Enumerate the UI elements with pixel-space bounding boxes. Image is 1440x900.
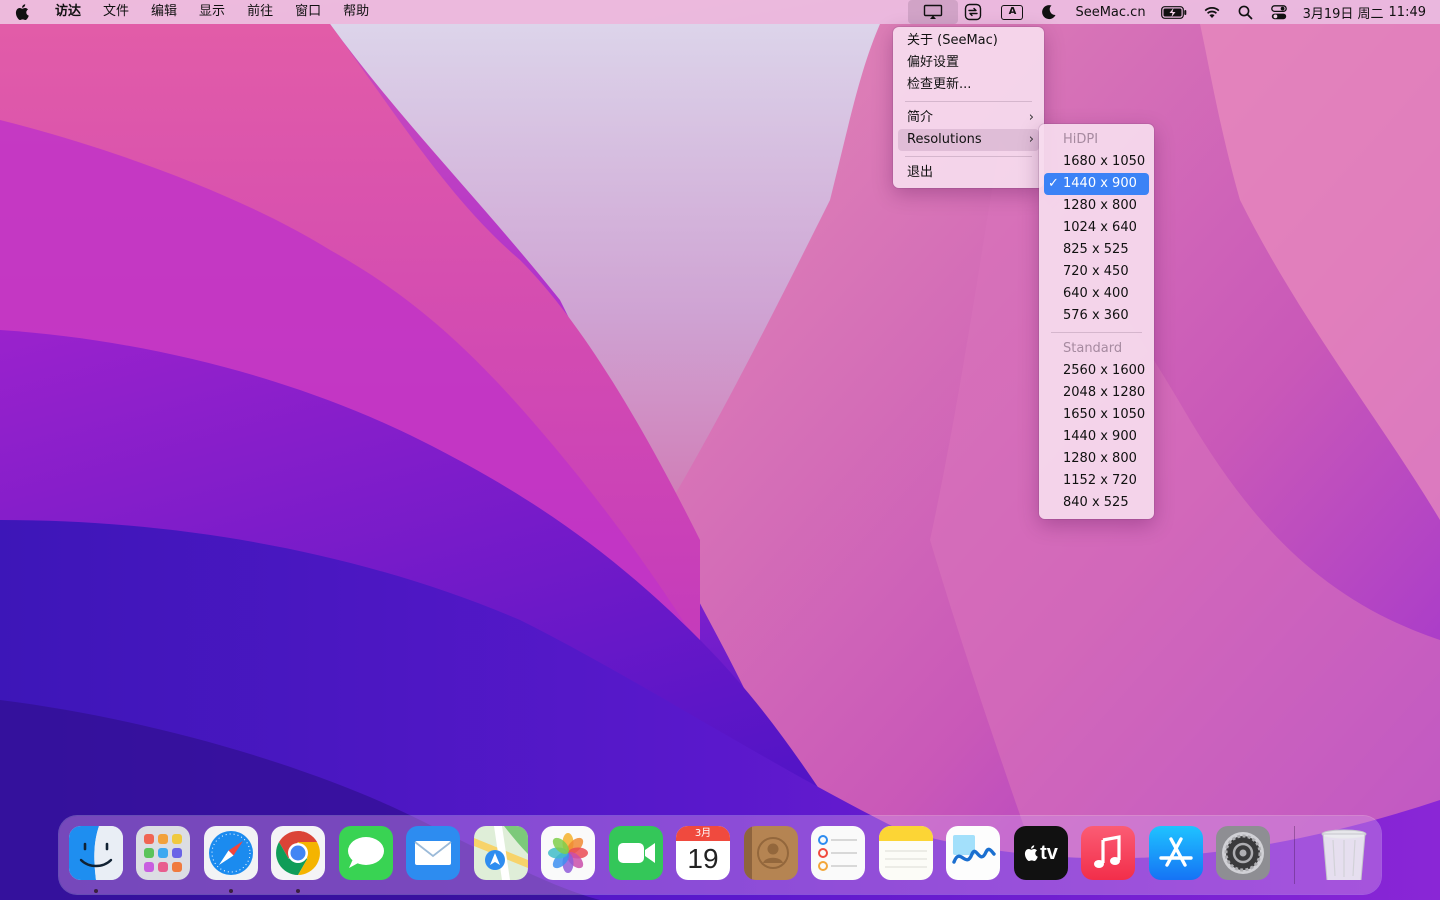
clock-date[interactable]: 3月19日 周二 xyxy=(1303,0,1384,24)
battery-icon[interactable] xyxy=(1160,0,1187,24)
clock-time[interactable]: 11:49 xyxy=(1389,0,1426,24)
menu-about[interactable]: 关于 (SeeMac) xyxy=(893,30,1044,52)
menu-file[interactable]: 文件 xyxy=(92,0,140,24)
resolutions-submenu: HiDPI 1680 x 1050 ✓ 1440 x 900 1280 x 80… xyxy=(1039,124,1154,519)
desktop-wallpaper xyxy=(0,0,1440,900)
standard-header: Standard xyxy=(1063,341,1123,356)
menu-app-name[interactable]: 访达 xyxy=(44,0,92,24)
resolution-item[interactable]: 1440 x 900 xyxy=(1039,426,1154,448)
app-dropdown-menu: 关于 (SeeMac) 偏好设置 检查更新... 简介 › Resolution… xyxy=(893,27,1044,188)
mail-icon[interactable] xyxy=(406,826,460,880)
photos-icon[interactable] xyxy=(541,826,595,880)
running-indicator xyxy=(296,889,300,893)
input-method-label: A xyxy=(1001,4,1024,20)
resolution-item[interactable]: 1152 x 720 xyxy=(1039,470,1154,492)
app-store-icon[interactable] xyxy=(1149,826,1203,880)
menu-help[interactable]: 帮助 xyxy=(332,0,380,24)
resolution-item[interactable]: 640 x 400 xyxy=(1039,283,1154,305)
resolution-item[interactable]: 1650 x 1050 xyxy=(1039,404,1154,426)
menu-bar-status: A SeeMac.cn 3月19日 周二 11:49 xyxy=(908,0,1440,24)
calendar-icon[interactable]: 3月 19 xyxy=(676,826,730,880)
menu-separator xyxy=(905,101,1032,102)
system-settings-icon[interactable] xyxy=(1216,826,1270,880)
input-method-icon[interactable]: A xyxy=(999,0,1025,24)
resolution-item[interactable]: 1280 x 800 xyxy=(1039,448,1154,470)
menu-resolutions-label: Resolutions xyxy=(907,132,982,147)
trash-icon[interactable] xyxy=(1317,826,1371,880)
menu-bar: 访达 文件 编辑 显示 前往 窗口 帮助 A SeeMac.cn 3月19日 周… xyxy=(0,0,1440,24)
menu-resolutions[interactable]: Resolutions › xyxy=(898,129,1039,151)
display-icon[interactable] xyxy=(908,0,959,24)
apple-logo-icon xyxy=(1025,845,1038,861)
resolution-item[interactable]: 825 x 525 xyxy=(1039,239,1154,261)
menu-bar-left: 访达 文件 编辑 显示 前往 窗口 帮助 xyxy=(0,0,380,24)
chevron-right-icon: › xyxy=(1028,110,1034,125)
hidpi-header: HiDPI xyxy=(1063,132,1099,147)
resolution-item[interactable]: 1024 x 640 xyxy=(1039,217,1154,239)
resolution-item[interactable]: 720 x 450 xyxy=(1039,261,1154,283)
wifi-icon[interactable] xyxy=(1202,0,1222,24)
menu-edit[interactable]: 编辑 xyxy=(140,0,188,24)
calendar-month: 3月 xyxy=(676,826,730,841)
facetime-icon[interactable] xyxy=(609,826,663,880)
resolution-item[interactable]: 1280 x 800 xyxy=(1039,195,1154,217)
dock-separator xyxy=(1294,826,1295,884)
tv-label: tv xyxy=(1040,841,1058,864)
tv-icon[interactable]: tv xyxy=(1014,826,1068,880)
running-indicator xyxy=(229,889,233,893)
menu-check-updates[interactable]: 检查更新... xyxy=(893,74,1044,96)
chrome-icon[interactable] xyxy=(271,826,325,880)
menu-preferences[interactable]: 偏好设置 xyxy=(893,52,1044,74)
menu-info[interactable]: 简介 › xyxy=(893,107,1044,129)
contacts-icon[interactable] xyxy=(744,826,798,880)
launchpad-icon[interactable] xyxy=(136,826,190,880)
menu-quit[interactable]: 退出 xyxy=(893,162,1044,184)
maps-icon[interactable] xyxy=(474,826,528,880)
control-center-icon[interactable] xyxy=(1270,0,1288,24)
calendar-day: 19 xyxy=(687,843,719,874)
menu-separator xyxy=(1051,332,1142,333)
resolution-item[interactable]: 2560 x 1600 xyxy=(1039,360,1154,382)
finder-icon[interactable] xyxy=(69,826,123,880)
focus-moon-icon[interactable] xyxy=(1039,0,1059,24)
reminders-icon[interactable] xyxy=(811,826,865,880)
resolution-item-selected[interactable]: ✓ 1440 x 900 xyxy=(1044,173,1149,195)
menu-view[interactable]: 显示 xyxy=(188,0,236,24)
notes-icon[interactable] xyxy=(879,826,933,880)
resolution-item[interactable]: 840 x 525 xyxy=(1039,492,1154,514)
resolution-item[interactable]: 1680 x 1050 xyxy=(1039,151,1154,173)
apple-logo-icon[interactable] xyxy=(0,0,44,24)
seemac-label[interactable]: SeeMac.cn xyxy=(1075,0,1145,24)
safari-icon[interactable] xyxy=(204,826,258,880)
menu-go[interactable]: 前往 xyxy=(236,0,284,24)
menu-separator xyxy=(905,156,1032,157)
spotlight-search-icon[interactable] xyxy=(1237,0,1255,24)
menu-info-label: 简介 xyxy=(907,110,934,125)
resolution-item[interactable]: 576 x 360 xyxy=(1039,305,1154,327)
music-icon[interactable] xyxy=(1081,826,1135,880)
sync-icon[interactable] xyxy=(961,0,985,24)
menu-window[interactable]: 窗口 xyxy=(284,0,332,24)
resolution-item-label: 1440 x 900 xyxy=(1063,176,1137,191)
dock: 3月 19 tv xyxy=(59,816,1381,894)
running-indicator xyxy=(94,889,98,893)
resolution-item[interactable]: 2048 x 1280 xyxy=(1039,382,1154,404)
freeform-icon[interactable] xyxy=(946,826,1000,880)
chevron-right-icon: › xyxy=(1028,132,1034,147)
checkmark-icon: ✓ xyxy=(1048,176,1059,191)
messages-icon[interactable] xyxy=(339,826,393,880)
